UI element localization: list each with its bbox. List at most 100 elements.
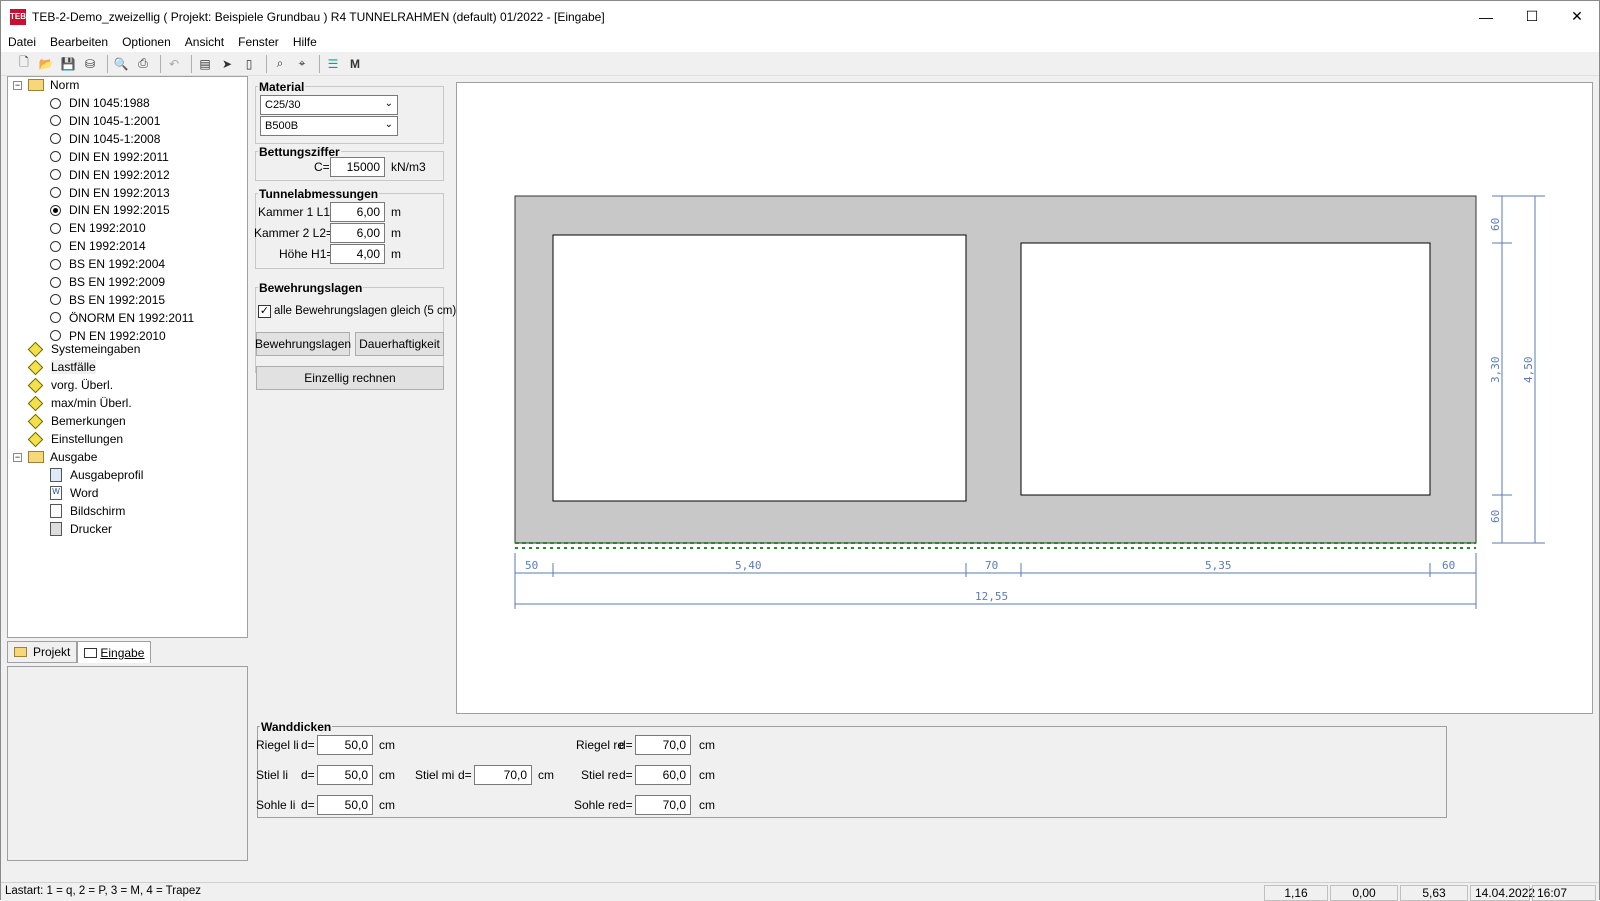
print-preview-icon[interactable]: 🔍 — [112, 55, 130, 73]
concrete-select[interactable]: C25/30 ⌄ — [260, 95, 398, 115]
drawing-canvas[interactable]: 50 5,40 70 5,35 60 12,55 60 3,30 60 4,50 — [456, 82, 1593, 714]
tree-norm-item[interactable]: BS EN 1992:2015 — [50, 291, 165, 309]
collapse-icon[interactable]: − — [13, 452, 22, 462]
tree-node-vorg-ueberl[interactable]: vorg. Überl. — [27, 376, 113, 394]
tree-node-ausgabe[interactable]: − Ausgabe — [13, 448, 97, 466]
h1-input[interactable]: 4,00 — [330, 244, 385, 264]
bettung-input[interactable]: 15000 — [330, 157, 385, 177]
stiel-mi-input[interactable]: 70,0 — [474, 765, 532, 785]
group-title: Bettungsziffer — [258, 145, 341, 159]
radio-icon[interactable] — [50, 187, 61, 198]
menu-datei[interactable]: Datei — [1, 35, 43, 49]
tree-norm-item[interactable]: DIN EN 1992:2012 — [50, 166, 170, 184]
checkbox-label: alle Bewehrungslagen gleich (5 cm) — [274, 305, 457, 317]
tree-norm-item[interactable]: DIN EN 1992:2013 — [50, 184, 170, 202]
group-title: Material — [258, 80, 306, 94]
close-button[interactable]: ✕ — [1554, 1, 1600, 32]
radio-icon[interactable] — [50, 133, 61, 145]
tree-norm-item[interactable]: EN 1992:2014 — [50, 237, 146, 255]
radio-icon[interactable] — [50, 312, 61, 324]
l2-label: Kammer 2 L2= — [254, 226, 334, 240]
radio-icon[interactable] — [50, 97, 61, 109]
radio-icon[interactable] — [50, 240, 61, 252]
bewehrungslagen-button[interactable]: Bewehrungslagen — [255, 332, 351, 356]
menu-fenster[interactable]: Fenster — [231, 35, 286, 49]
undo-icon[interactable]: ↶ — [165, 55, 183, 73]
stiel-re-input[interactable]: 60,0 — [635, 765, 691, 785]
steel-select[interactable]: B500B ⌄ — [260, 116, 398, 136]
tree-norm-item[interactable]: DIN 1045-1:2008 — [50, 130, 160, 148]
diamond-icon — [27, 431, 44, 447]
color-bar-icon[interactable]: ☰ — [324, 55, 342, 73]
menu-hilfe[interactable]: Hilfe — [286, 35, 324, 49]
print-icon[interactable]: ⎙ — [134, 55, 152, 73]
tree-norm-item[interactable]: DIN 1045:1988 — [50, 94, 150, 112]
wanddicken-group: Wanddicken Riegel li d= 50,0 cm Riegel r… — [256, 720, 1447, 818]
radio-icon[interactable] — [50, 115, 61, 127]
tree-node-word[interactable]: W Word — [50, 484, 98, 502]
riegel-re-label: Riegel re — [576, 738, 625, 752]
tree-node-bemerkungen[interactable]: Bemerkungen — [27, 412, 126, 430]
radio-icon[interactable] — [50, 294, 61, 306]
dim-total-label: 12,55 — [975, 590, 1008, 603]
new-file-icon[interactable]: 🗋 — [15, 55, 33, 73]
tree-node-systemeingaben[interactable]: Systemeingaben — [27, 340, 140, 358]
tree-node-einstellungen[interactable]: Einstellungen — [27, 430, 123, 448]
norm-label: ÖNORM EN 1992:2011 — [69, 310, 195, 325]
unit-label: cm — [699, 738, 715, 752]
menu-ansicht[interactable]: Ansicht — [178, 35, 231, 49]
document-icon[interactable]: ▯ — [240, 55, 258, 73]
tree-node-norm[interactable]: − Norm — [13, 77, 79, 94]
dauerhaftigkeit-button[interactable]: Dauerhaftigkeit — [355, 332, 444, 356]
menu-optionen[interactable]: Optionen — [115, 35, 178, 49]
radio-icon[interactable] — [50, 151, 61, 163]
tree-label: Word — [70, 486, 99, 500]
save-icon[interactable]: 💾 — [59, 55, 77, 73]
stiel-li-input[interactable]: 50,0 — [317, 765, 373, 785]
open-folder-icon[interactable]: 📂 — [37, 55, 55, 73]
l2-input[interactable]: 6,00 — [330, 223, 385, 243]
tree-norm-item[interactable]: BS EN 1992:2009 — [50, 273, 165, 291]
d-label: d= — [301, 768, 315, 782]
radio-icon[interactable] — [50, 222, 61, 234]
collapse-icon[interactable]: − — [13, 80, 22, 90]
status-value-3: 5,63 — [1400, 885, 1468, 901]
tab-projekt[interactable]: Projekt — [7, 641, 78, 663]
tree-node-lastfaelle[interactable]: Lastfälle — [27, 358, 96, 376]
m-icon[interactable]: M — [346, 55, 364, 73]
tab-eingabe[interactable]: Eingabe — [77, 641, 152, 663]
zoom-all-icon[interactable]: ⌖ — [293, 55, 311, 73]
tree-norm-item[interactable]: BS EN 1992:2004 — [50, 255, 165, 273]
riegel-re-input[interactable]: 70,0 — [635, 735, 691, 755]
profile-icon — [50, 468, 62, 482]
save-as-icon[interactable]: ⛁ — [81, 55, 99, 73]
zoom-icon[interactable]: ⌕ — [271, 55, 289, 73]
sohle-re-input[interactable]: 70,0 — [635, 795, 691, 815]
radio-icon[interactable] — [50, 258, 61, 270]
radio-icon[interactable] — [50, 169, 61, 181]
tree-node-ausgabeprofil[interactable]: Ausgabeprofil — [50, 466, 143, 484]
tree-norm-item[interactable]: ÖNORM EN 1992:2011 — [50, 309, 194, 327]
compute-icon[interactable]: ➤ — [218, 55, 236, 73]
tree-node-maxmin-ueberl[interactable]: max/min Überl. — [27, 394, 132, 412]
menu-bearbeiten[interactable]: Bearbeiten — [43, 35, 115, 49]
bewehrung-checkbox[interactable]: ✓ — [258, 305, 271, 318]
input-form-icon[interactable]: ▤ — [196, 55, 214, 73]
tree-norm-item[interactable]: EN 1992:2010 — [50, 219, 146, 237]
tree-node-bildschirm[interactable]: Bildschirm — [50, 502, 125, 520]
riegel-li-input[interactable]: 50,0 — [317, 735, 373, 755]
l1-input[interactable]: 6,00 — [330, 202, 385, 222]
radio-icon[interactable] — [50, 276, 61, 288]
sohle-li-input[interactable]: 50,0 — [317, 795, 373, 815]
tree-norm-item[interactable]: DIN EN 1992:2015 — [50, 201, 170, 219]
radio-selected-icon[interactable] — [50, 204, 61, 216]
einzellig-rechnen-button[interactable]: Einzellig rechnen — [256, 366, 444, 390]
minimize-button[interactable]: — — [1463, 1, 1509, 32]
tree-norm-item[interactable]: DIN 1045-1:2001 — [50, 112, 160, 130]
norm-label: BS EN 1992:2004 — [69, 257, 166, 272]
maximize-button[interactable]: ☐ — [1509, 1, 1555, 32]
wanddicken-panel: Wanddicken Riegel li d= 50,0 cm Riegel r… — [251, 716, 1593, 866]
tree-norm-item[interactable]: DIN EN 1992:2011 — [50, 148, 169, 166]
toolbar-separator — [319, 54, 320, 73]
tree-node-drucker[interactable]: Drucker — [50, 520, 112, 538]
